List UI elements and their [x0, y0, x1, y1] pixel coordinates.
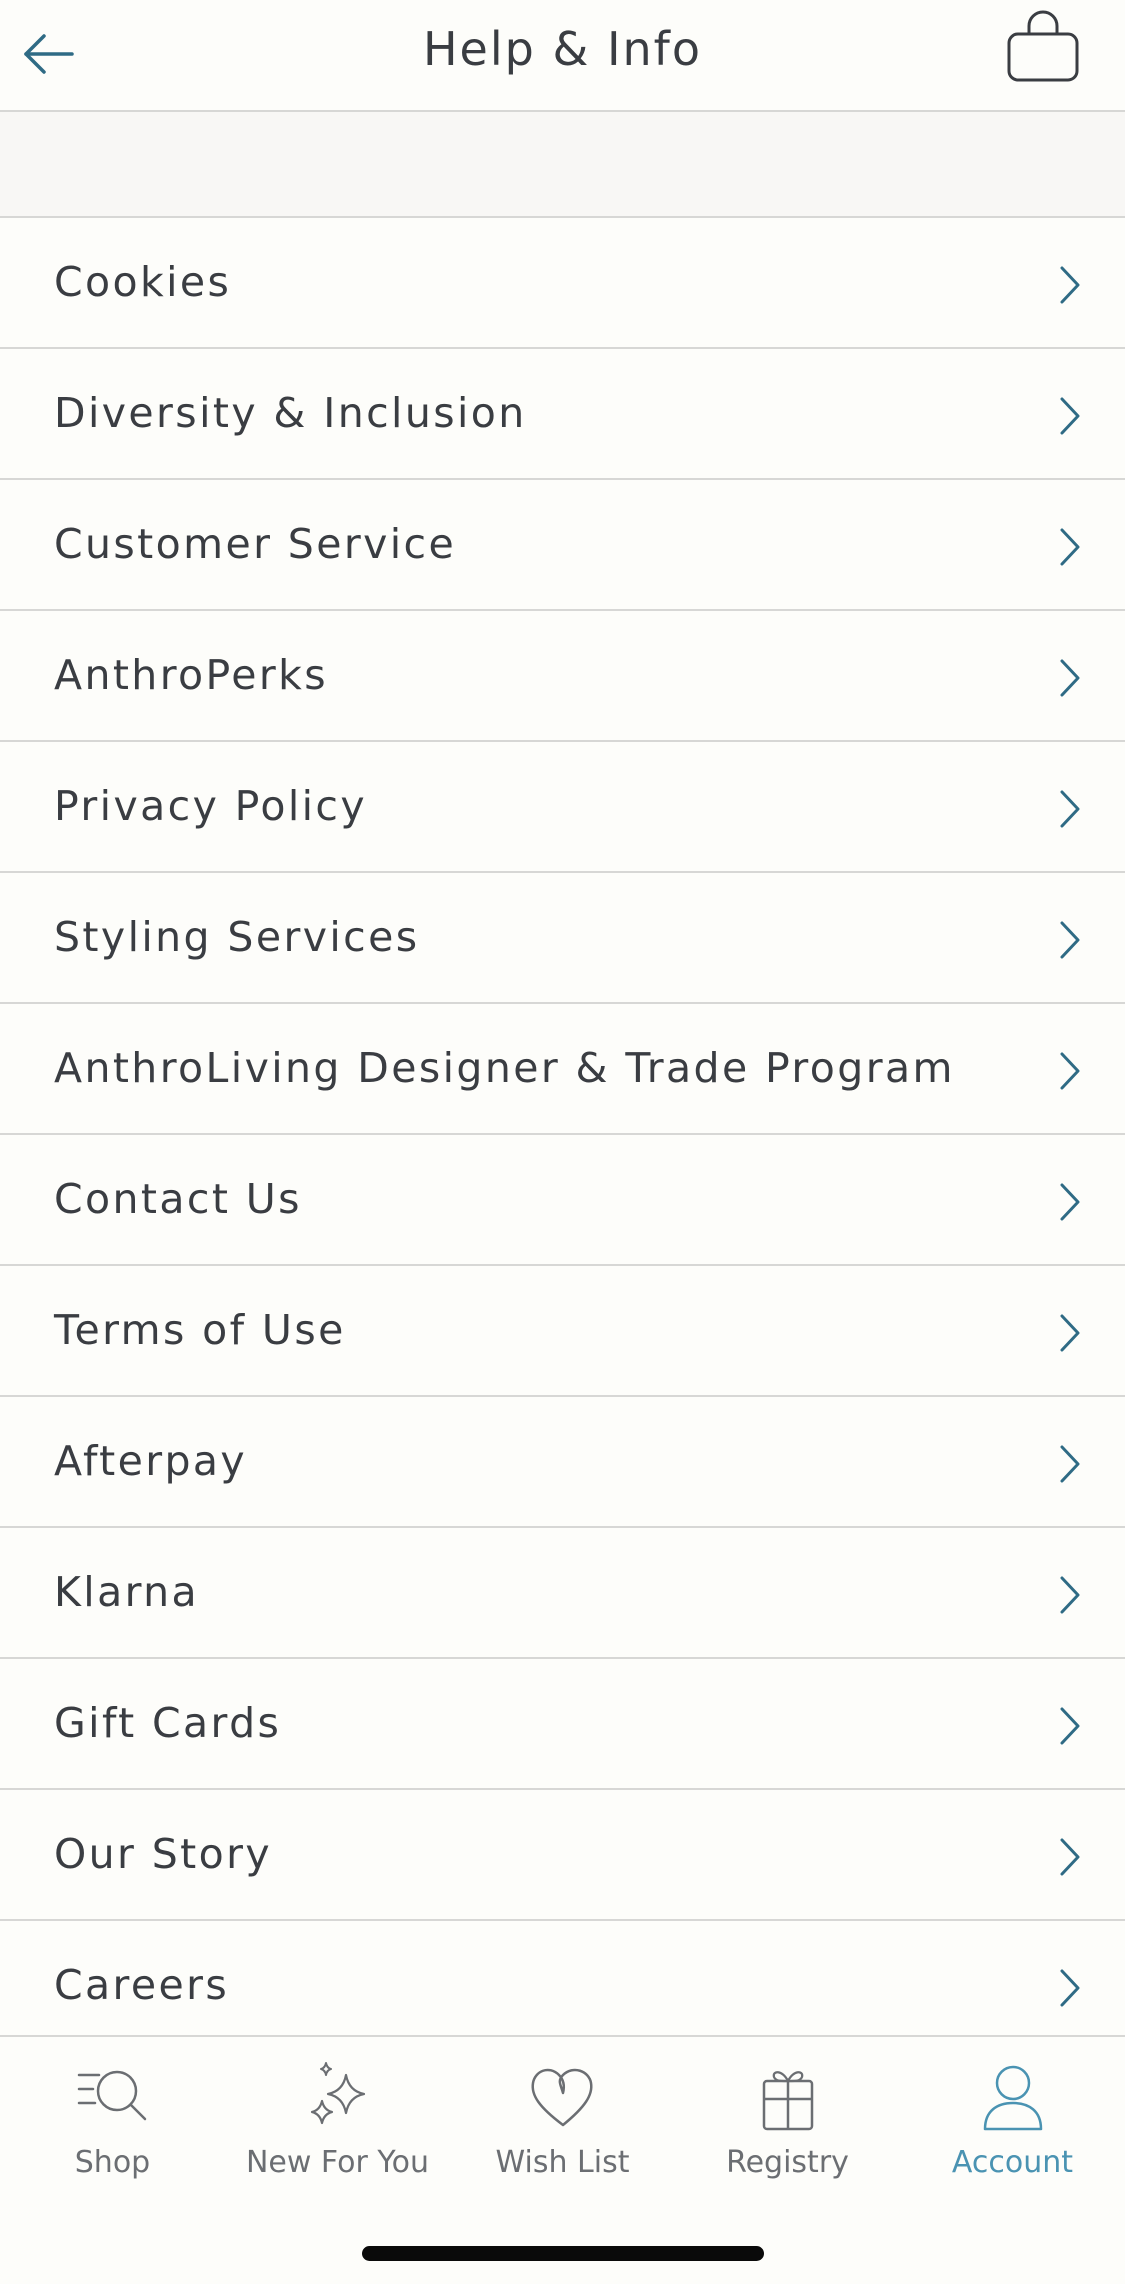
tab-label: New For You	[245, 2145, 430, 2180]
chevron-right-icon	[1060, 1707, 1080, 1745]
chevron-right-icon	[1060, 1969, 1080, 2007]
tab-label: Shop	[74, 2145, 151, 2180]
menu-item-label: AnthroLiving Designer & Trade Program	[54, 1044, 955, 1092]
top-nav-bar: Help & Info	[0, 0, 1125, 112]
chevron-right-icon	[1060, 266, 1080, 304]
shopping-bag-icon	[1007, 10, 1079, 82]
menu-item-label: Our Story	[54, 1830, 273, 1878]
menu-item-label: Careers	[54, 1961, 230, 2009]
menu-item-label: Customer Service	[54, 520, 457, 568]
chevron-right-icon	[1060, 528, 1080, 566]
chevron-right-icon	[1060, 1576, 1080, 1614]
chevron-right-icon	[1060, 659, 1080, 697]
tab-label: Wish List	[495, 2145, 630, 2180]
tab-label: Account	[951, 2145, 1074, 2180]
heart-icon	[530, 2068, 593, 2127]
menu-item-label: Cookies	[54, 258, 232, 306]
tab-wish-list[interactable]: Wish List	[450, 2037, 675, 2207]
user-icon	[983, 2065, 1042, 2131]
menu-item-label: Klarna	[54, 1568, 200, 1616]
menu-item-klarna[interactable]: Klarna	[0, 1528, 1125, 1659]
chevron-right-icon	[1060, 1052, 1080, 1090]
home-indicator[interactable]	[362, 2246, 764, 2261]
menu-item-afterpay[interactable]: Afterpay	[0, 1397, 1125, 1528]
page-title: Help & Info	[422, 22, 703, 76]
chevron-right-icon	[1060, 1838, 1080, 1876]
menu-item-label: Gift Cards	[54, 1699, 282, 1747]
menu-item-gift-cards[interactable]: Gift Cards	[0, 1659, 1125, 1790]
chevron-right-icon	[1060, 1183, 1080, 1221]
section-spacer	[0, 112, 1125, 218]
chevron-right-icon	[1060, 1314, 1080, 1352]
menu-item-privacy-policy[interactable]: Privacy Policy	[0, 742, 1125, 873]
search-icon	[77, 2070, 146, 2121]
menu-item-label: Styling Services	[54, 913, 420, 961]
menu-item-customer-service[interactable]: Customer Service	[0, 480, 1125, 611]
menu-item-label: Terms of Use	[54, 1306, 346, 1354]
tab-registry[interactable]: Registry	[675, 2037, 900, 2207]
gift-icon	[762, 2071, 813, 2131]
menu-item-careers[interactable]: Careers	[0, 1921, 1125, 2035]
menu-item-anthroliving-trade-program[interactable]: AnthroLiving Designer & Trade Program	[0, 1004, 1125, 1135]
help-menu-list: Cookies Diversity & Inclusion Customer S…	[0, 218, 1125, 2035]
tab-new-for-you[interactable]: New For You	[225, 2037, 450, 2207]
menu-item-label: Afterpay	[54, 1437, 248, 1485]
chevron-right-icon	[1060, 790, 1080, 828]
chevron-right-icon	[1060, 1445, 1080, 1483]
shopping-bag-button[interactable]	[1001, 10, 1085, 86]
menu-item-cookies[interactable]: Cookies	[0, 218, 1125, 349]
menu-item-styling-services[interactable]: Styling Services	[0, 873, 1125, 1004]
tab-label: Registry	[726, 2145, 849, 2180]
menu-item-anthroperks[interactable]: AnthroPerks	[0, 611, 1125, 742]
menu-item-label: Privacy Policy	[54, 782, 368, 830]
menu-item-contact-us[interactable]: Contact Us	[0, 1135, 1125, 1266]
sparkle-icon	[310, 2062, 365, 2125]
menu-item-label: Diversity & Inclusion	[54, 389, 527, 437]
tab-account[interactable]: Account	[900, 2037, 1125, 2207]
menu-item-label: Contact Us	[54, 1175, 302, 1223]
menu-item-label: AnthroPerks	[54, 651, 328, 699]
tab-shop[interactable]: Shop	[0, 2037, 225, 2207]
menu-item-terms-of-use[interactable]: Terms of Use	[0, 1266, 1125, 1397]
menu-item-diversity-inclusion[interactable]: Diversity & Inclusion	[0, 349, 1125, 480]
chevron-right-icon	[1060, 921, 1080, 959]
chevron-right-icon	[1060, 397, 1080, 435]
menu-item-our-story[interactable]: Our Story	[0, 1790, 1125, 1921]
